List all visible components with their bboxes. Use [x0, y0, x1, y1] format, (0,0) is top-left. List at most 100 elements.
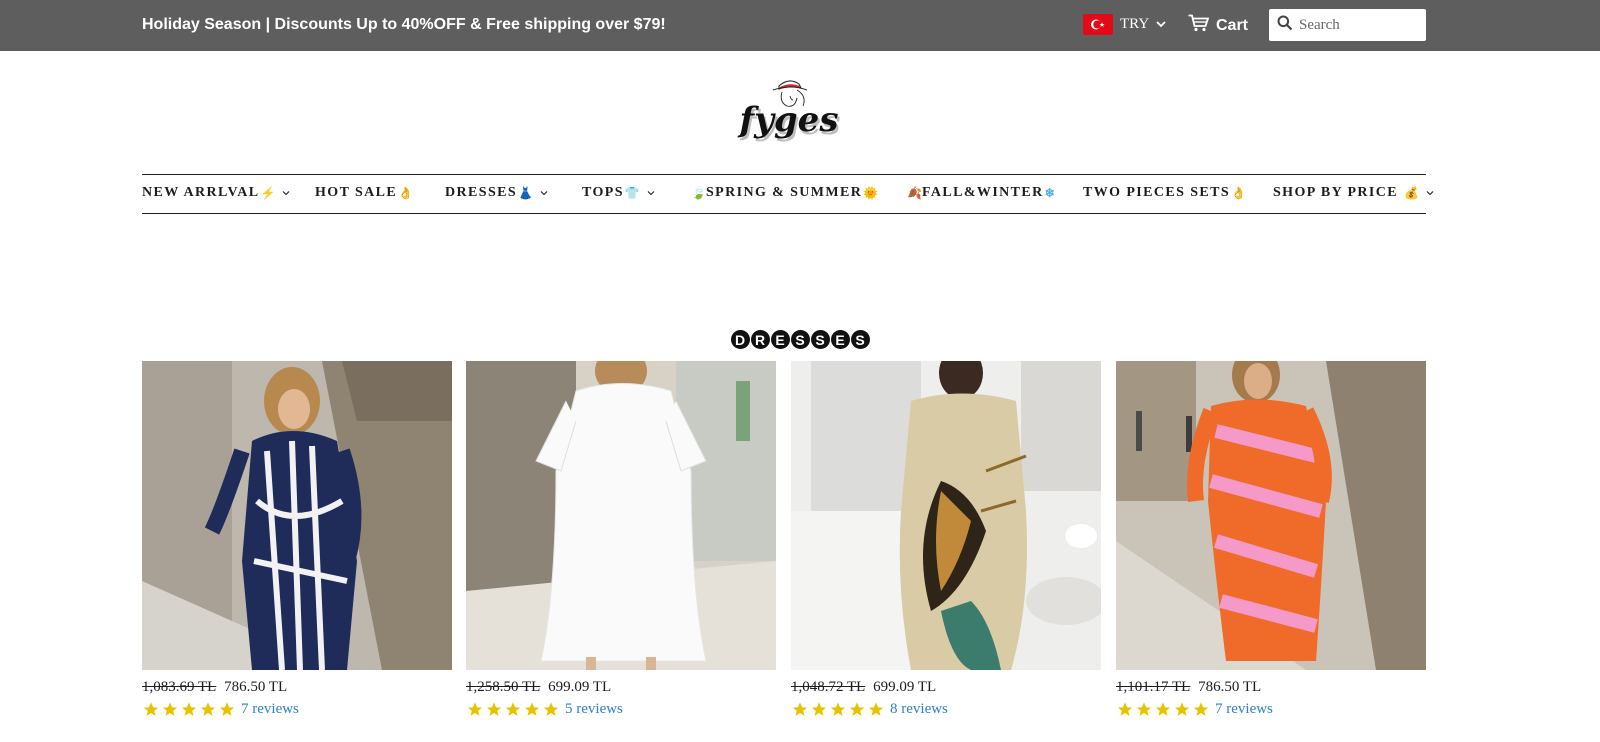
- nav-item-label: TWO PIECES SETS: [1083, 185, 1231, 200]
- sale-price: 786.50 TL: [224, 679, 288, 695]
- price-row: 1,258.50 TL 699.09 TL: [466, 679, 776, 696]
- nav-item-shop-by-price[interactable]: SHOP BY PRICE 💰: [1273, 185, 1434, 201]
- star-icon: [849, 702, 865, 716]
- product-card[interactable]: 1,101.17 TL 786.50 TL 7 reviews: [1116, 361, 1426, 718]
- rating-row[interactable]: 7 reviews: [1116, 701, 1426, 718]
- main-navigation: NEW ARRLVAL ⚡ HOT SALE 👌 DRESSES 👗 TOPS …: [142, 174, 1434, 214]
- star-icon: [162, 702, 178, 716]
- star-icon: [181, 702, 197, 716]
- leaf-icon: 🍃: [691, 185, 706, 200]
- title-letter: S: [790, 330, 810, 349]
- price-row: 1,101.17 TL 786.50 TL: [1116, 679, 1426, 696]
- sale-price: 699.09 TL: [548, 679, 612, 695]
- search-box[interactable]: [1269, 9, 1426, 41]
- reviews-link[interactable]: 7 reviews: [1215, 701, 1273, 718]
- currency-label: TRY: [1120, 15, 1150, 32]
- reviews-link[interactable]: 7 reviews: [241, 701, 299, 718]
- star-icon: [505, 702, 521, 716]
- product-image[interactable]: [142, 361, 452, 670]
- currency-selector[interactable]: TRY: [1083, 13, 1166, 35]
- star-icon: [486, 702, 502, 716]
- ok-hand-icon: 👌: [398, 185, 414, 200]
- cart-label: Cart: [1216, 16, 1249, 34]
- rating-row[interactable]: 8 reviews: [791, 701, 1101, 718]
- snowflake-icon: ❄: [1044, 185, 1055, 200]
- fallen-leaf-icon: 🍂: [907, 185, 922, 200]
- star-icon: [524, 702, 540, 716]
- nav-item-two-pieces-sets[interactable]: TWO PIECES SETS 👌: [1083, 185, 1246, 201]
- title-letter: S: [810, 330, 830, 349]
- rating-row[interactable]: 5 reviews: [466, 701, 776, 718]
- nav-item-fall-winter[interactable]: 🍂 FALL&WINTER ❄: [906, 185, 1055, 201]
- star-icon: [1136, 702, 1152, 716]
- nav-item-tops[interactable]: TOPS 👕: [582, 185, 655, 201]
- sale-price: 699.09 TL: [873, 679, 937, 695]
- star-icon: [467, 702, 483, 716]
- product-image[interactable]: [1116, 361, 1426, 670]
- compare-at-price: 1,101.17 TL: [1116, 679, 1191, 695]
- chevron-down-icon: [282, 185, 290, 201]
- star-icon: [543, 702, 559, 716]
- nav-item-spring-summer[interactable]: 🍃 SPRING & SUMMER 🌞: [690, 185, 878, 201]
- star-icon: [219, 702, 235, 716]
- logo-wordmark: fyges: [738, 100, 839, 140]
- title-letter: S: [850, 330, 870, 349]
- search-input[interactable]: [1299, 16, 1419, 34]
- tshirt-icon: 👕: [624, 185, 640, 200]
- site-logo[interactable]: fyges fyges: [735, 76, 845, 146]
- chevron-down-icon: [647, 185, 655, 201]
- cart-link[interactable]: Cart: [1188, 14, 1248, 37]
- compare-at-price: 1,083.69 TL: [142, 679, 217, 695]
- nav-item-hot-sale[interactable]: HOT SALE 👌: [315, 185, 413, 201]
- star-icon: [792, 702, 808, 716]
- star-icon: [1117, 702, 1133, 716]
- search-icon[interactable]: [1277, 15, 1293, 36]
- cart-icon: [1188, 14, 1210, 37]
- star-icon: [830, 702, 846, 716]
- star-rating: [142, 701, 236, 718]
- title-letter: E: [770, 330, 790, 349]
- nav-item-label: NEW ARRLVAL: [142, 185, 260, 200]
- sale-price: 786.50 TL: [1198, 679, 1262, 695]
- announcement-text: Holiday Season | Discounts Up to 40%OFF …: [142, 16, 666, 33]
- sun-icon: 🌞: [863, 185, 879, 200]
- product-card[interactable]: 1,048.72 TL 699.09 TL 8 reviews: [791, 361, 1101, 718]
- price-row: 1,048.72 TL 699.09 TL: [791, 679, 1101, 696]
- nav-item-label: DRESSES: [445, 185, 518, 200]
- star-icon: [868, 702, 884, 716]
- nav-item-label: TOPS: [582, 185, 624, 200]
- turkey-flag-icon: [1083, 13, 1113, 35]
- nav-item-dresses[interactable]: DRESSES 👗: [445, 185, 548, 201]
- nav-item-label: SHOP BY PRICE: [1273, 185, 1399, 200]
- title-letter: D: [730, 330, 750, 349]
- product-card[interactable]: 1,258.50 TL 699.09 TL 5 reviews: [466, 361, 776, 718]
- compare-at-price: 1,258.50 TL: [466, 679, 541, 695]
- dress-icon: 👗: [518, 185, 534, 200]
- compare-at-price: 1,048.72 TL: [791, 679, 866, 695]
- nav-item-label: SPRING & SUMMER: [705, 185, 863, 200]
- star-rating: [791, 701, 885, 718]
- reviews-link[interactable]: 5 reviews: [565, 701, 623, 718]
- star-icon: [1174, 702, 1190, 716]
- price-row: 1,083.69 TL 786.50 TL: [142, 679, 452, 696]
- product-image[interactable]: [791, 361, 1101, 670]
- reviews-link[interactable]: 8 reviews: [890, 701, 948, 718]
- chevron-down-icon: [540, 185, 548, 201]
- star-rating: [466, 701, 560, 718]
- section-title: D R E S S E S: [0, 330, 1600, 349]
- lightning-icon: ⚡: [260, 185, 276, 200]
- star-rating: [1116, 701, 1210, 718]
- star-icon: [143, 702, 159, 716]
- nav-item-new-arrival[interactable]: NEW ARRLVAL ⚡: [142, 185, 290, 201]
- star-icon: [1155, 702, 1171, 716]
- ok-hand-icon: 👌: [1231, 185, 1247, 200]
- product-image[interactable]: [466, 361, 776, 670]
- star-icon: [1193, 702, 1209, 716]
- title-letter: E: [830, 330, 850, 349]
- rating-row[interactable]: 7 reviews: [142, 701, 452, 718]
- money-bag-icon: 💰: [1404, 185, 1419, 200]
- nav-item-label: FALL&WINTER: [921, 185, 1044, 200]
- announcement-bar: Holiday Season | Discounts Up to 40%OFF …: [0, 0, 1600, 51]
- star-icon: [200, 702, 216, 716]
- product-card[interactable]: 1,083.69 TL 786.50 TL 7 reviews: [142, 361, 452, 718]
